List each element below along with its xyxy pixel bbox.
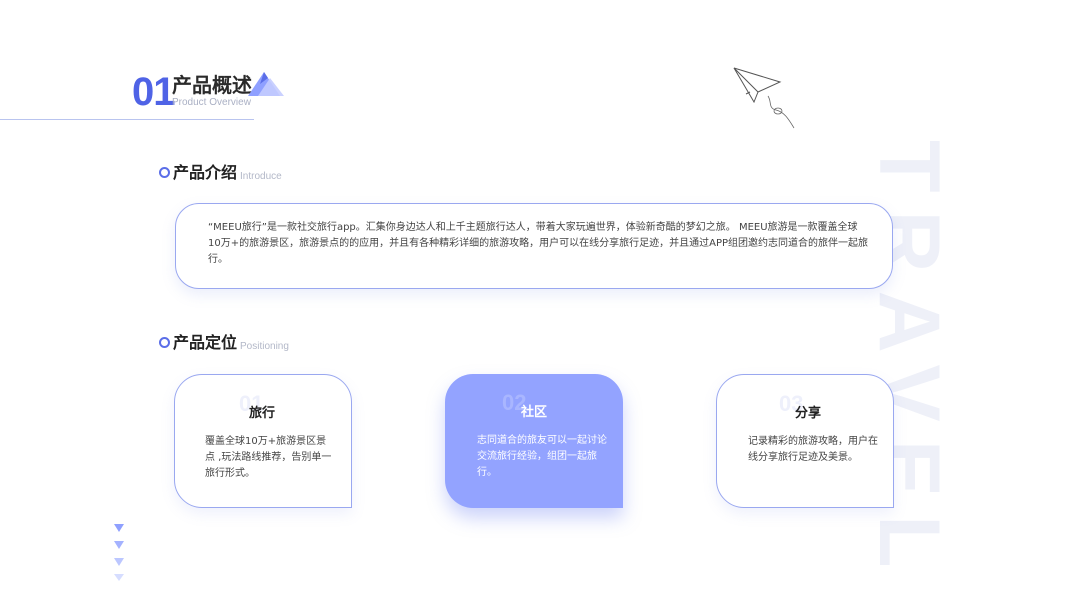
- page-subtitle: Product Overview: [172, 97, 251, 108]
- intro-title: 产品介绍: [173, 163, 238, 182]
- page-title: 产品概述: [172, 73, 252, 97]
- card-share[interactable]: 03 分享 记录精彩的旅游攻略，用户在线分享旅行足迹及美景。: [716, 374, 894, 508]
- intro-subtitle: Introduce: [240, 171, 282, 182]
- card-desc: 覆盖全球10万+旅游景区景点 ,玩法路线推荐，告别单一旅行形式。: [205, 436, 332, 479]
- section-dot: [159, 337, 170, 348]
- card-community[interactable]: 02 社区 志同道合的旅友可以一起讨论交流旅行经验，组团一起旅行。: [445, 374, 623, 508]
- card-travel[interactable]: 01 旅行 覆盖全球10万+旅游景区景点 ,玩法路线推荐，告别单一旅行形式。: [174, 374, 352, 508]
- mountain-icon: [248, 72, 284, 96]
- positioning-title: 产品定位: [173, 333, 238, 352]
- card-desc: 志同道合的旅友可以一起讨论交流旅行经验，组团一起旅行。: [477, 435, 607, 478]
- card-title: 社区: [521, 405, 548, 420]
- section-dot: [159, 167, 170, 178]
- section-number: 01: [132, 70, 175, 114]
- intro-text: “MEEU旅行”是一款社交旅行app。汇集你身边达人和上千主题旅行达人，带着大家…: [208, 222, 869, 265]
- card-desc: 记录精彩的旅游攻略，用户在线分享旅行足迹及美景。: [748, 436, 878, 463]
- positioning-subtitle: Positioning: [240, 341, 289, 352]
- card-title: 分享: [795, 406, 822, 421]
- paper-plane-icon: [733, 67, 795, 129]
- card-title: 旅行: [249, 406, 276, 421]
- header-divider: [0, 119, 254, 120]
- down-arrow-icon: [114, 524, 124, 581]
